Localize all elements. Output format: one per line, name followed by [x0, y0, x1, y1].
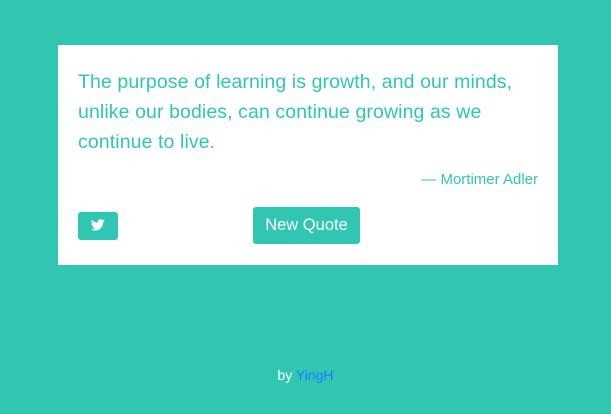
tweet-button[interactable] — [78, 212, 118, 240]
footer: by YingH — [0, 366, 611, 384]
new-quote-button[interactable]: New Quote — [253, 207, 360, 244]
quote-card: The purpose of learning is growth, and o… — [58, 45, 558, 265]
footer-prefix: by — [277, 367, 293, 383]
quote-author: — Mortimer Adler — [421, 171, 538, 188]
quote-text: The purpose of learning is growth, and o… — [78, 71, 513, 153]
twitter-icon — [90, 218, 105, 234]
author-link[interactable]: YingH — [296, 367, 334, 383]
